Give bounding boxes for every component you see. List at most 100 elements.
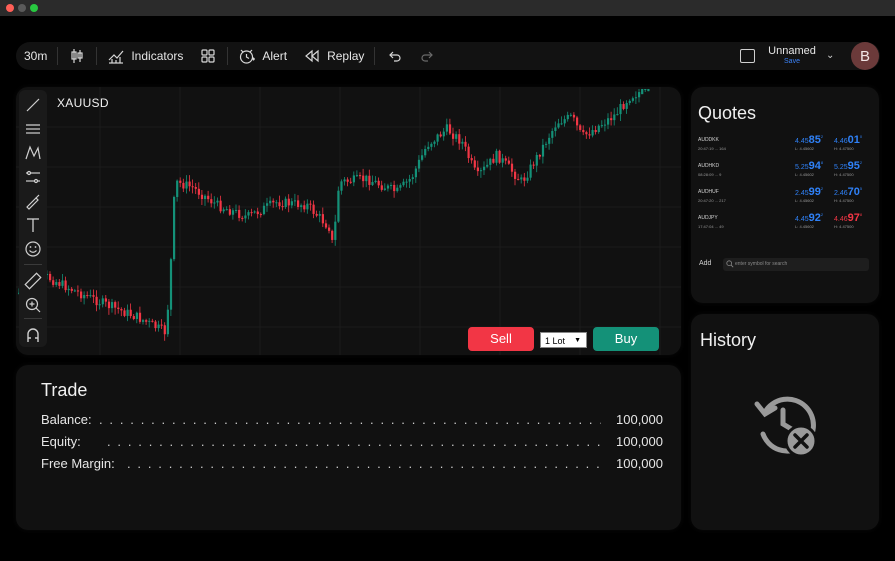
magnet-icon[interactable] [24, 326, 42, 344]
candle-body [644, 89, 647, 90]
candle-body [114, 302, 117, 308]
candle-body [123, 310, 126, 316]
emoji-icon[interactable] [24, 240, 42, 258]
maximize-window-button[interactable] [30, 4, 38, 12]
window-titlebar [0, 0, 895, 16]
zoom-icon[interactable] [24, 296, 42, 314]
horizontal-lines-icon[interactable] [24, 120, 42, 138]
candle-body [61, 280, 64, 286]
quote-bid[interactable]: 4.45852 [795, 134, 823, 146]
candle-body [349, 181, 352, 183]
candle-body [430, 143, 433, 147]
quote-ask[interactable]: 4.46978 [834, 212, 862, 224]
candle-body [436, 134, 439, 142]
candle-body [148, 320, 151, 322]
candle-body [315, 213, 318, 216]
ask-prefix: 2.46 [834, 190, 848, 197]
candlestick-chart[interactable] [16, 87, 681, 355]
add-symbol-label[interactable]: Add [699, 260, 711, 267]
candle-body [126, 309, 129, 316]
balance-label: Balance: [41, 412, 94, 427]
quote-row[interactable]: AUDHUF 20:47:20 ... 217 2.45992 2.46705 L: 4… [698, 186, 874, 211]
chart-panel[interactable]: XAUUSD Sell 1 Lot ▼ Buy [16, 87, 681, 355]
leader-dots: . . . . . . . . . . . . . . . . . . . . … [107, 434, 601, 449]
chart-type-button[interactable] [60, 42, 94, 70]
avatar[interactable]: B [851, 42, 879, 70]
candle-body [600, 125, 603, 127]
layout-toggle-checkbox[interactable] [740, 49, 755, 63]
candle-body [182, 182, 185, 189]
candle-body [405, 181, 408, 183]
interval-label: 30m [24, 49, 48, 63]
quote-bid[interactable]: 2.45992 [795, 186, 823, 198]
lot-size-select[interactable]: 1 Lot ▼ [540, 332, 587, 348]
candle-body [262, 205, 266, 215]
candle-body [362, 175, 365, 182]
sell-button[interactable]: Sell [468, 327, 534, 351]
candle-body [610, 118, 613, 121]
candle-body [355, 175, 359, 177]
text-icon[interactable] [24, 216, 42, 234]
candle-body [176, 180, 179, 197]
candle-body [49, 273, 52, 281]
candle-body [250, 212, 253, 214]
bid-big: 92 [808, 212, 821, 224]
candle-body [331, 230, 334, 240]
candle-body [535, 154, 538, 166]
buy-button[interactable]: Buy [593, 327, 659, 351]
quote-bid[interactable]: 5.25948 [795, 160, 823, 172]
candle-body [213, 202, 216, 204]
quote-row[interactable]: AUDJPY 17:47:04 ... 49 4.45922 4.46978 L: 4.… [698, 212, 874, 237]
candle-body [235, 209, 238, 211]
interval-button[interactable]: 30m [16, 42, 55, 70]
candle-body [579, 125, 582, 130]
quote-ask[interactable]: 5.25952 [834, 160, 862, 172]
candle-body [318, 214, 321, 216]
grid-icon [201, 49, 215, 63]
ask-sup: 8 [859, 212, 863, 217]
candle-body [359, 175, 362, 177]
minimize-window-button[interactable] [18, 4, 26, 12]
ruler-icon[interactable] [24, 272, 42, 290]
brush-icon[interactable] [24, 192, 42, 210]
free-margin-value: 100,000 [616, 456, 663, 471]
candle-body [619, 104, 622, 115]
candle-body [328, 227, 331, 231]
close-window-button[interactable] [6, 4, 14, 12]
quote-ask[interactable]: 4.46010 [834, 134, 862, 146]
quote-row[interactable]: AUDDKK 20:47:19 ... 164 4.45852 4.46010 L: 4… [698, 134, 874, 159]
candle-body [501, 158, 504, 163]
toolbar-divider [96, 47, 98, 65]
save-link[interactable]: Save [762, 58, 822, 65]
quote-row[interactable]: AUDHKD 08:28:09 ... 9 5.25948 5.25952 L: 4.4… [698, 160, 874, 185]
alert-button[interactable]: Alert [230, 42, 295, 70]
candle-body [352, 175, 355, 183]
candle-body [634, 97, 638, 99]
candle-body [486, 164, 489, 167]
quote-ask[interactable]: 2.46705 [834, 186, 862, 198]
bid-big: 85 [808, 134, 821, 146]
trade-row-balance: . . . . . . . . . . . . . . . . . . . . … [41, 412, 663, 428]
candle-body [458, 134, 461, 144]
redo-button[interactable] [411, 42, 445, 70]
replay-button[interactable]: Replay [295, 42, 372, 70]
quote-time: 08:28:09 ... 9 [698, 172, 722, 177]
fib-icon[interactable] [24, 168, 42, 186]
trade-row-equity: . . . . . . . . . . . . . . . . . . . . … [41, 434, 663, 450]
candle-body [188, 181, 191, 187]
undo-button[interactable] [377, 42, 411, 70]
symbol-search-input[interactable]: enter symbol for search [723, 258, 869, 271]
trend-line-icon[interactable] [24, 96, 42, 114]
candle-body [111, 302, 114, 309]
free-margin-label: Free Margin: [41, 456, 117, 471]
quote-bid[interactable]: 4.45922 [795, 212, 823, 224]
layout-name-button[interactable]: Unnamed Save [762, 45, 822, 65]
layouts-button[interactable] [191, 42, 225, 70]
pattern-icon[interactable] [24, 144, 42, 162]
candle-body [417, 159, 421, 169]
indicators-button[interactable]: Indicators [99, 42, 191, 70]
chevron-down-icon[interactable]: ⌄ [826, 50, 834, 61]
ask-sup: 2 [859, 160, 863, 165]
candle-body [569, 114, 572, 116]
candle-body [266, 203, 269, 206]
